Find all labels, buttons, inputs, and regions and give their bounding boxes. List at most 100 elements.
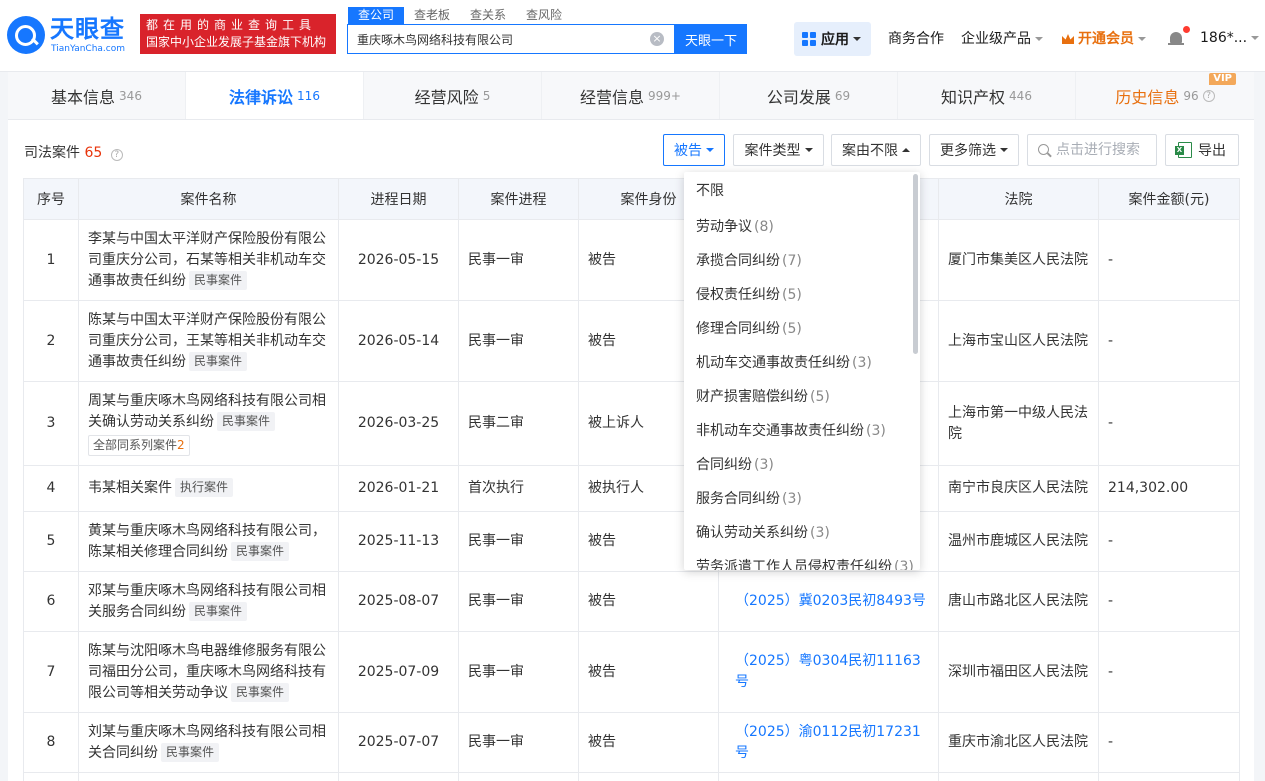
help-icon[interactable]: ? [1202,89,1215,102]
row-case-no[interactable]: （2025）冀0203民初8493号 [718,571,939,632]
tab-business-risk[interactable]: 经营风险 5 [364,72,542,119]
dropdown-option[interactable]: 劳动争议 (8) [684,210,912,244]
filter-cause-button[interactable]: 案由不限 [831,134,921,166]
dropdown-option-all[interactable]: 不限 [684,172,912,210]
filter-case-type-button[interactable]: 案件类型 [733,134,824,166]
case-type-tag: 执行案件 [175,478,234,497]
dropdown-option[interactable]: 劳务派遣工作人员侵权责任纠纷 (3) [684,550,914,570]
tab-label: 法律诉讼 [229,87,294,107]
chevron-down-icon [1251,36,1260,40]
dropdown-option[interactable]: 合同纠纷 (3) [684,448,912,482]
case-type-tag: 民事案件 [189,351,248,371]
case-name-link[interactable]: 韦某相关案件 [88,480,172,496]
row-date: 2026-01-21 [338,465,459,512]
filter-search-box [1027,134,1157,166]
option-count: (3) [782,491,802,507]
search-tab-risk[interactable]: 查风险 [516,7,572,24]
tab-company-development[interactable]: 公司发展 69 [720,72,898,119]
search-button[interactable]: 天眼一下 [675,24,747,54]
row-stage: 民事一审 [458,712,579,773]
option-label: 非机动车交通事故责任纠纷 [696,423,864,439]
row-court: 唐山市路北区人民法院 [938,571,1099,632]
tab-count: 346 [119,88,142,103]
dropdown-option[interactable]: 侵权责任纠纷 (5) [684,278,912,312]
filter-role-label: 被告 [674,143,702,159]
tab-intellectual-property[interactable]: 知识产权 446 [898,72,1076,119]
row-stage: 民事一审 [458,300,579,382]
dropdown-option[interactable]: 非机动车交通事故责任纠纷 (3) [684,414,912,448]
filter-cause-label: 案由不限 [842,143,898,159]
row-case-no[interactable]: （2025）渝0112民初17231号 [718,712,939,773]
export-button[interactable]: 导出 [1165,134,1239,166]
case-name-link[interactable]: 周某与重庆啄木鸟网络科技有限公司相关确认劳动关系纠纷 [88,393,326,430]
option-count: (3) [810,525,830,541]
row-amount: - [1098,712,1240,773]
row-index: 4 [23,465,79,512]
search-input[interactable] [348,25,644,53]
case-type-tag: 民事案件 [231,541,290,561]
filter-case-type-label: 案件类型 [744,143,801,159]
filter-more-button[interactable]: 更多筛选 [929,134,1019,166]
filter-search-input[interactable] [1056,135,1154,165]
user-menu[interactable]: 186*... [1200,30,1260,46]
case-type-tag: 民事案件 [189,270,248,290]
tab-business-info[interactable]: 经营信息 999+ [542,72,720,119]
row-date: 2026-03-25 [338,381,459,466]
case-name-cell: 邓某与重庆啄木鸟网络科技有限公司相关服务合同纠纷 民事案件 [78,571,339,632]
case-type-tag: 民事案件 [231,682,290,702]
table-row: 2 陈某与中国太平洋财产保险股份有限公司重庆分公司，王某等相关非机动车交通事故责… [23,300,1240,382]
dropdown-option[interactable]: 承揽合同纠纷 (7) [684,244,912,278]
nav-enterprise-products[interactable]: 企业级产品 [961,30,1043,48]
dropdown-scrollbar[interactable] [913,174,918,354]
case-type-tag: 民事案件 [217,412,276,431]
row-index: 7 [23,631,79,713]
option-label: 财产损害赔偿纠纷 [696,389,808,405]
case-name-cell: 周某与重庆啄木鸟网络科技有限公司相关确认劳动关系纠纷 民事案件全部同系列案件2 [78,381,339,466]
case-name-link[interactable]: 黄某与重庆啄木鸟网络科技有限公司，陈某相关修理合同纠纷 [88,523,326,560]
case-name-cell: 刘某与重庆啄木鸟网络科技有限公司相关合同纠纷 民事案件 [78,712,339,773]
chevron-down-icon [853,37,861,41]
dropdown-option[interactable]: 确认劳动关系纠纷 (3) [684,516,912,550]
option-count: (7) [782,253,802,269]
header-court: 法院 [938,178,1099,220]
row-court: 厦门市集美区人民法院 [938,219,1099,301]
case-name-link[interactable]: 陈某与沈阳啄木鸟电器维修服务有限公司福田分公司，重庆啄木鸟网络科技有限公司等相关… [88,643,326,701]
nav-open-vip[interactable]: 开通会员 [1062,30,1146,48]
table-row: 6 邓某与重庆啄木鸟网络科技有限公司相关服务合同纠纷 民事案件 2025-08-0… [23,571,1240,632]
search-tab-relation[interactable]: 查关系 [460,7,516,24]
filter-role-button[interactable]: 被告 [663,134,725,166]
search-tab-company[interactable]: 查公司 [348,7,405,24]
tab-label: 经营风险 [414,87,479,107]
help-icon[interactable]: ? [110,149,123,161]
tab-label: 经营信息 [580,87,645,107]
row-case-no[interactable]: （2025）粤0304民初11163号 [718,631,939,713]
bell-icon[interactable] [1168,26,1190,47]
row-role: 被告 [578,631,719,713]
notification-dot [1183,26,1190,33]
row-court: 深圳市福田区人民法院 [938,631,1099,713]
nav-business-cooperation[interactable]: 商务合作 [888,30,944,48]
tab-count: 69 [834,88,851,103]
dropdown-option[interactable]: 服务合同纠纷 (3) [684,482,912,516]
option-label: 劳务派遣工作人员侵权责任纠纷 [696,559,892,570]
dropdown-option[interactable]: 修理合同纠纷 (5) [684,312,912,346]
tab-basic-info[interactable]: 基本信息 346 [8,72,186,119]
row-index: 5 [23,511,79,572]
apps-menu-button[interactable]: 应用 [794,22,871,56]
search-tab-boss[interactable]: 查老板 [404,7,460,24]
table-row: 7 陈某与沈阳啄木鸟电器维修服务有限公司福田分公司，重庆啄木鸟网络科技有限公司等… [23,631,1240,713]
tab-history-info[interactable]: 历史信息 96 ? VIP [1076,72,1254,119]
series-cases-tag[interactable]: 全部同系列案件2 [88,435,190,456]
row-date: 2026-05-15 [338,219,459,301]
logo[interactable]: 天眼查 TianYanCha.com [7,14,135,58]
row-stage: 民事一审 [458,219,579,301]
dropdown-option[interactable]: 财产损害赔偿纠纷 (5) [684,380,912,414]
table-row: 5 黄某与重庆啄木鸟网络科技有限公司，陈某相关修理合同纠纷 民事案件 2025-1… [23,511,1240,572]
case-name-cell: 韦某相关案件 执行案件 [78,465,339,512]
row-stage: 民事一审 [458,511,579,572]
clear-icon[interactable]: × [650,32,664,46]
tab-legal-litigation[interactable]: 法律诉讼 116 [186,72,364,119]
row-date: 2026-05-14 [338,300,459,382]
dropdown-option[interactable]: 机动车交通事故责任纠纷 (3) [684,346,912,380]
slogan-line1: 都在用的商业查询工具 [146,18,317,32]
